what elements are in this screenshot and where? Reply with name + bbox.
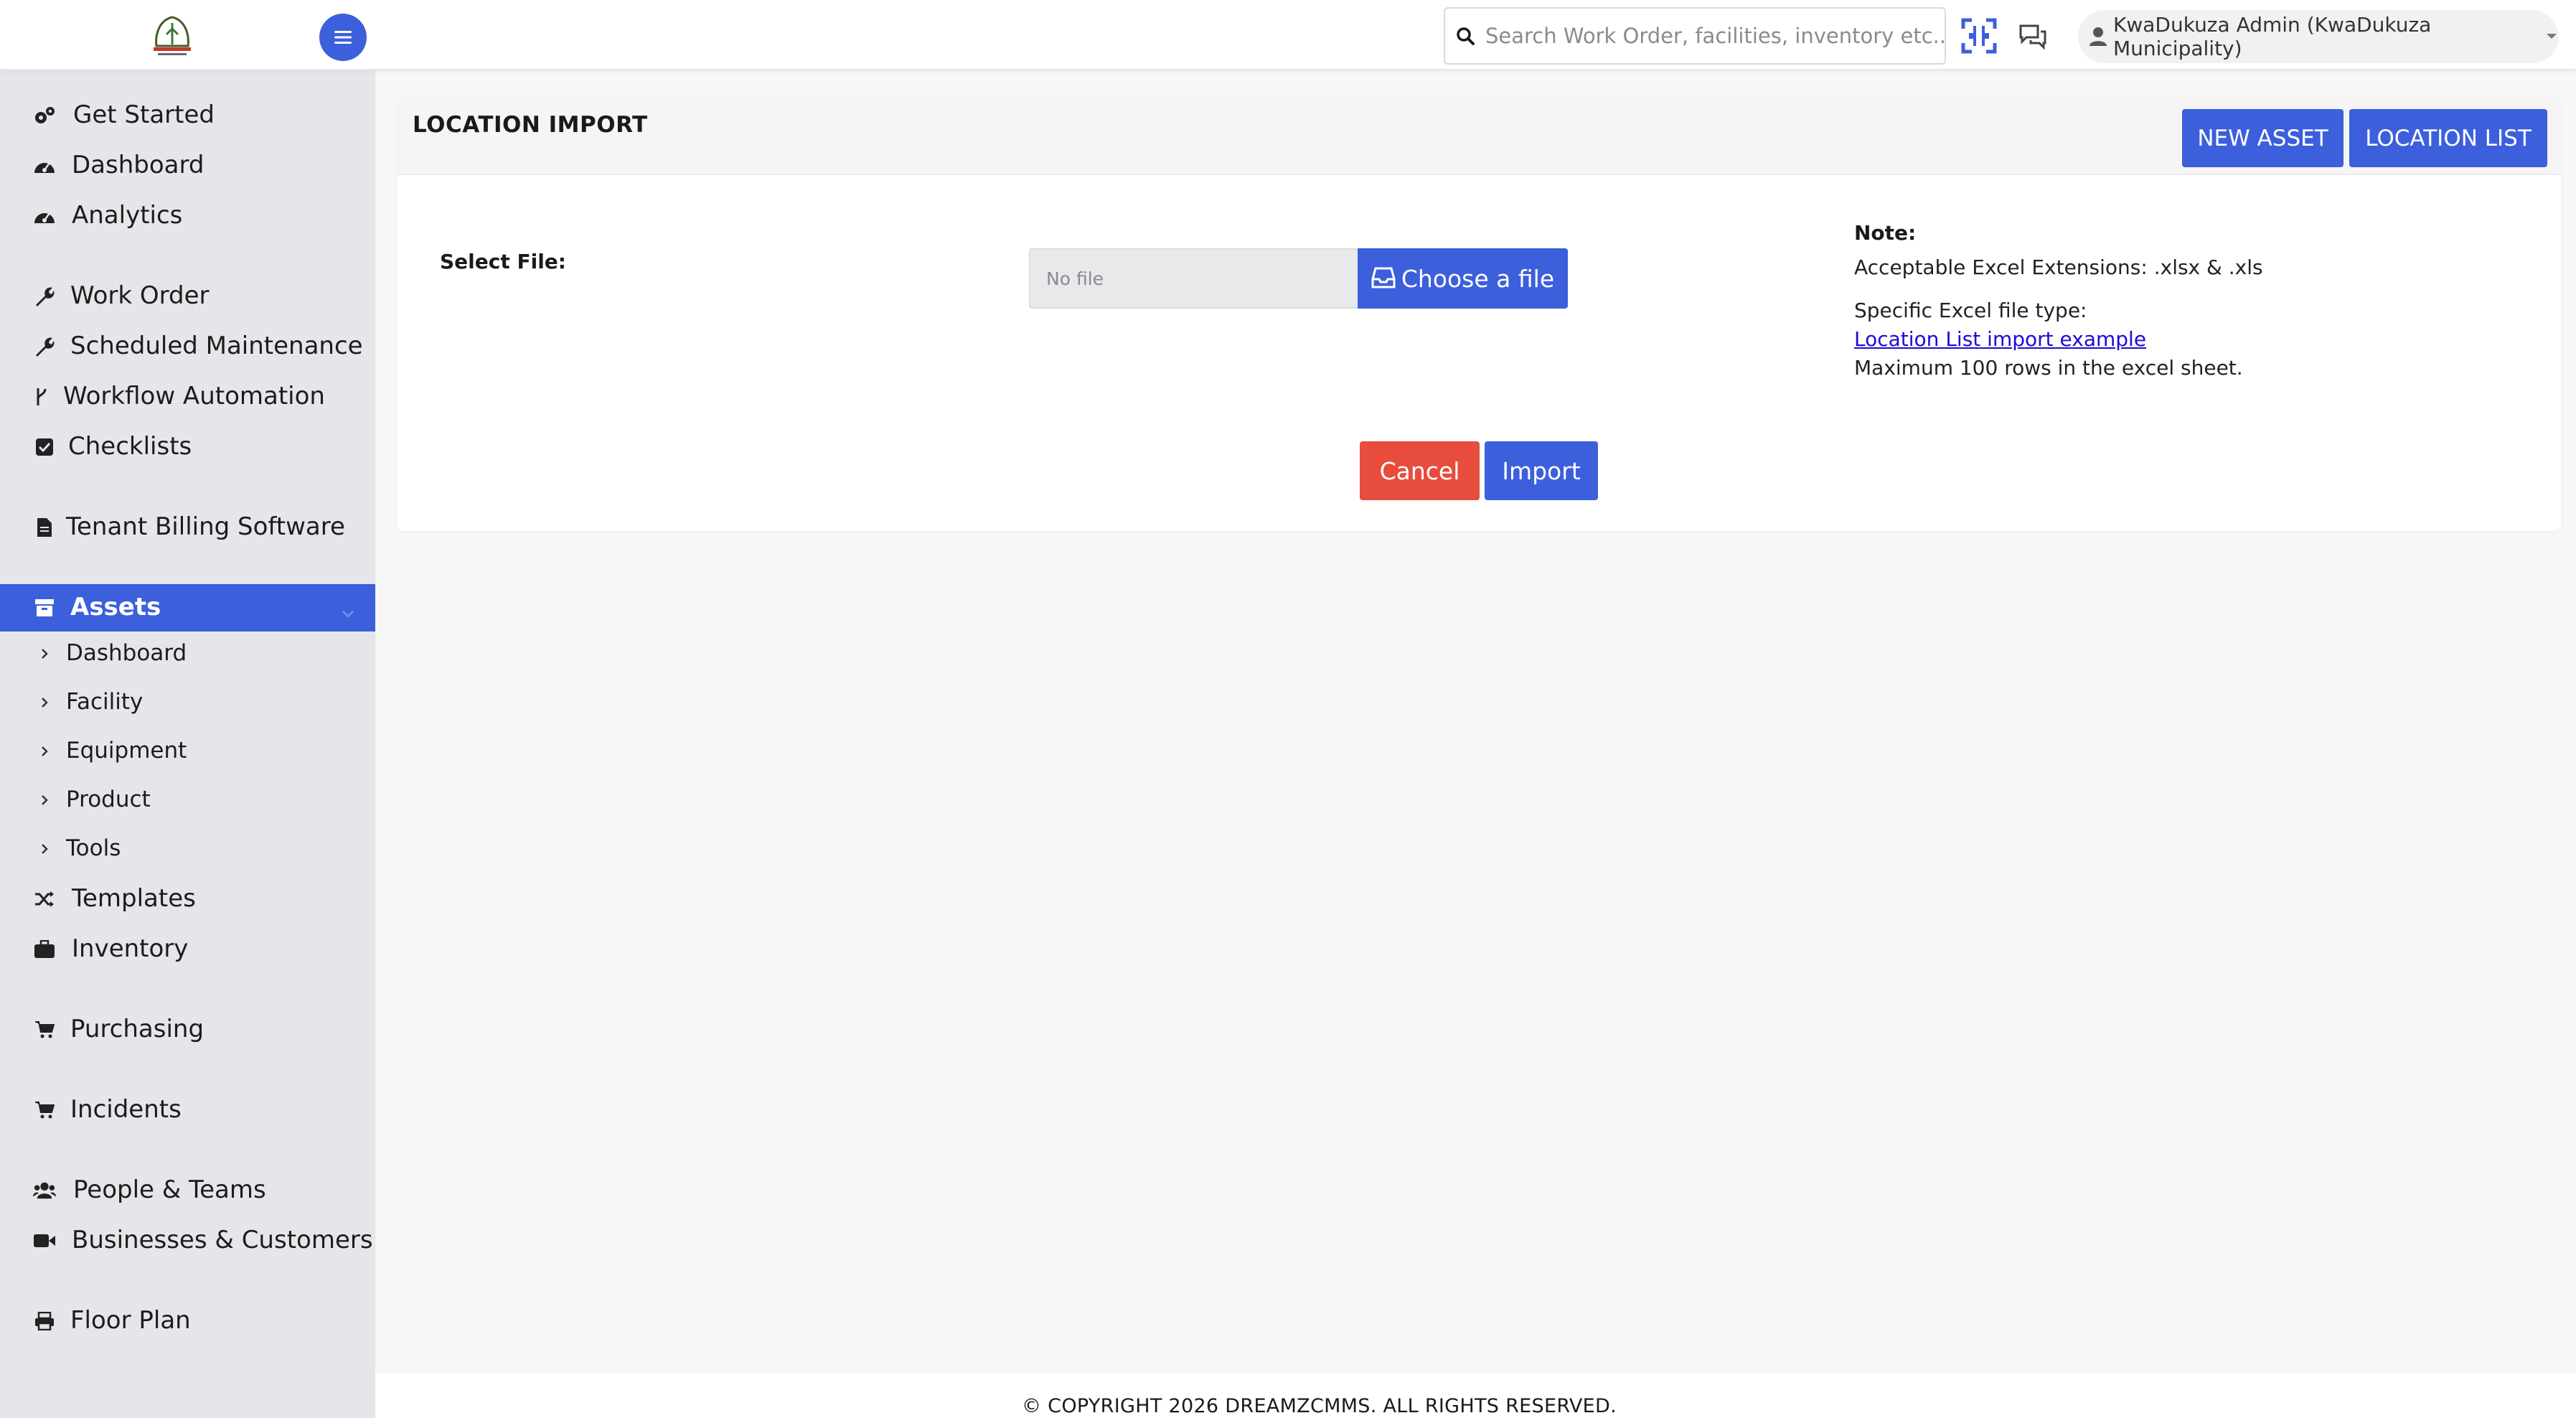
chevron-right-icon [39,739,52,756]
sidebar-item-checklists[interactable]: Checklists [0,423,375,471]
briefcase-icon [33,938,56,961]
assets-subitem-dashboard[interactable]: Dashboard [0,631,375,675]
municipality-logo[interactable] [144,13,201,60]
sidebar-item-dashboard[interactable]: Dashboard [0,142,375,189]
video-icon [33,1229,56,1252]
sidebar-item-tenant-billing[interactable]: Tenant Billing Software [0,504,375,551]
sidebar-item-businesses-customers[interactable]: Businesses & Customers [0,1217,375,1264]
sidebar-item-label: Get Started [73,100,215,129]
cancel-button[interactable]: Cancel [1360,441,1480,500]
document-icon [33,516,56,539]
sidebar-item-label: Workflow Automation [63,382,325,410]
note-max-rows: Maximum 100 rows in the excel sheet. [1854,356,2243,380]
import-button[interactable]: Import [1485,441,1598,500]
sidebar-item-assets[interactable]: Assets [0,584,375,631]
select-file-label: Select File: [440,250,566,273]
sidebar-item-incidents[interactable]: Incidents [0,1086,375,1134]
analytics-gauge-icon [33,205,56,227]
sidebar-item-label: Scheduled Maintenance [70,332,363,360]
chevron-right-icon [39,837,52,854]
shuffle-icon [33,888,56,911]
branch-icon [30,385,53,408]
assets-subitem-product[interactable]: Product [0,778,375,821]
sidebar-item-purchasing[interactable]: Purchasing [0,1006,375,1053]
note-title: Note: [1854,221,1917,245]
sidebar-item-workflow-automation[interactable]: Workflow Automation [0,373,375,421]
cart-icon [33,1018,56,1041]
sidebar-item-label: Floor Plan [70,1306,191,1335]
sidebar-item-label: Purchasing [70,1015,205,1043]
dashboard-gauge-icon [33,154,56,177]
menu-toggle-button[interactable] [319,14,367,61]
subitem-label: Tools [66,835,121,861]
assets-subitem-equipment[interactable]: Equipment [0,729,375,772]
subitem-label: Dashboard [66,640,187,666]
chevron-right-icon [39,642,52,659]
global-search[interactable] [1444,7,1946,65]
users-icon [33,1179,56,1202]
chevron-right-icon [39,788,52,805]
new-asset-button[interactable]: NEW ASSET [2182,109,2344,167]
assets-subitem-facility[interactable]: Facility [0,680,375,723]
chat-icon[interactable] [2016,20,2049,53]
sidebar-item-label: Checklists [68,432,192,461]
sidebar-item-label: Dashboard [72,151,205,179]
sidebar-item-label: Templates [72,884,196,913]
user-menu[interactable]: KwaDukuza Admin (KwaDukuza Municipality) [2078,10,2559,63]
note-file-type: Specific Excel file type: [1854,299,2087,322]
sidebar-item-work-order[interactable]: Work Order [0,273,375,320]
sidebar-item-templates[interactable]: Templates [0,875,375,923]
search-icon [1445,9,1485,63]
user-icon [2084,21,2113,52]
page-title: LOCATION IMPORT [413,112,648,138]
print-icon [33,1310,56,1333]
cart-icon [33,1099,56,1122]
hamburger-icon [334,31,352,44]
chevron-right-icon [39,690,52,708]
assets-subitem-tools[interactable]: Tools [0,827,375,870]
sidebar-item-label: Assets [70,593,161,621]
checkbox-icon [33,436,56,459]
sidebar-item-label: Work Order [70,281,210,310]
choose-file-button[interactable]: Choose a file [1358,248,1568,309]
wrench-icon [33,335,56,358]
subitem-label: Equipment [66,738,187,764]
qr-scan-icon[interactable] [1959,16,1999,56]
archive-icon [33,596,56,619]
sidebar-item-label: Inventory [72,934,189,963]
sidebar-item-analytics[interactable]: Analytics [0,192,375,240]
user-name: KwaDukuza Admin (KwaDukuza Municipality) [2112,13,2432,60]
cogs-icon [33,104,56,127]
search-input[interactable] [1485,11,1945,61]
sidebar-item-floor-plan[interactable]: Floor Plan [0,1297,375,1345]
sidebar-item-inventory[interactable]: Inventory [0,926,375,973]
caret-down-icon [2544,29,2559,44]
sidebar-item-label: People & Teams [73,1175,266,1204]
note-extensions: Acceptable Excel Extensions: .xlsx & .xl… [1854,255,2263,279]
top-bar: KwaDukuza Admin (KwaDukuza Municipality) [0,0,2576,70]
location-list-button[interactable]: LOCATION LIST [2349,109,2547,167]
sidebar-item-label: Tenant Billing Software [66,512,345,541]
sidebar-item-get-started[interactable]: Get Started [0,92,375,139]
copyright-text: © COPYRIGHT 2026 DREAMZCMMS. ALL RIGHTS … [1022,1395,1617,1417]
sidebar-item-scheduled-maintenance[interactable]: Scheduled Maintenance [0,323,375,370]
sidebar-item-label: Businesses & Customers [72,1226,373,1254]
subitem-label: Facility [66,689,144,715]
file-placeholder: No file [1046,268,1104,289]
sidebar-item-label: Incidents [70,1095,182,1124]
file-name-display[interactable]: No file [1029,248,1358,309]
import-example-link[interactable]: Location List import example [1854,327,2146,351]
subitem-label: Product [66,787,151,812]
sidebar-item-label: Analytics [72,201,183,230]
inbox-icon [1371,266,1396,291]
chevron-down-icon [339,600,357,619]
sidebar-item-people-teams[interactable]: People & Teams [0,1167,375,1214]
wrench-icon [33,285,56,308]
choose-file-label: Choose a file [1401,264,1555,293]
